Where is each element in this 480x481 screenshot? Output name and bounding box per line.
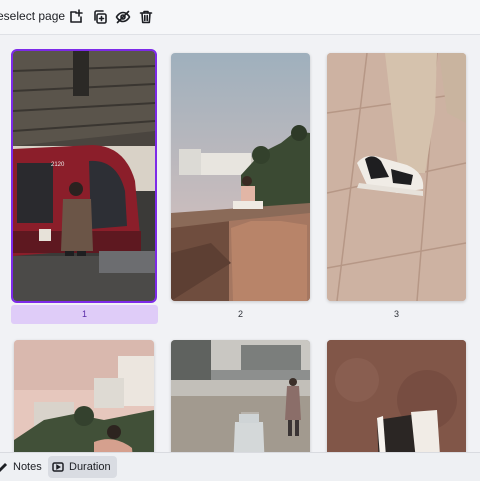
page-toolbar: eselect page	[0, 0, 480, 35]
page-grid: 2120 1 2 3	[0, 34, 480, 452]
notes-label: Notes	[13, 461, 42, 473]
svg-text:2120: 2120	[51, 162, 65, 168]
notes-button[interactable]: Notes	[0, 456, 48, 478]
page-number-2: 2	[237, 309, 243, 319]
page-thumbnail-1[interactable]: 2120	[11, 49, 157, 303]
page-thumbnail-4[interactable]	[14, 340, 154, 452]
deselect-page-button[interactable]: eselect page	[0, 9, 65, 23]
page-number-1: 1	[11, 305, 158, 324]
bottom-bar: Notes Duration	[0, 452, 480, 481]
hide-page-icon[interactable]	[112, 6, 134, 28]
duration-button[interactable]: Duration	[48, 456, 117, 478]
coastal-buildings-photo	[14, 340, 154, 452]
sneakers-floor-photo	[327, 53, 466, 301]
add-page-icon[interactable]	[65, 6, 87, 28]
floor-notebook-photo	[327, 340, 466, 452]
bus-station-photo: 2120	[13, 51, 155, 301]
duplicate-page-icon[interactable]	[89, 6, 111, 28]
duration-icon	[52, 462, 64, 472]
duration-label: Duration	[69, 461, 111, 473]
page-thumbnail-5[interactable]	[171, 340, 310, 452]
notes-icon	[0, 462, 8, 473]
page-thumbnail-6[interactable]	[327, 340, 466, 452]
street-bottle-photo	[171, 340, 310, 452]
beach-rocks-photo	[171, 53, 310, 301]
page-thumbnail-2[interactable]	[171, 53, 310, 301]
delete-page-icon[interactable]	[135, 6, 157, 28]
page-number-3: 3	[393, 309, 399, 319]
page-thumbnail-3[interactable]	[327, 53, 466, 301]
